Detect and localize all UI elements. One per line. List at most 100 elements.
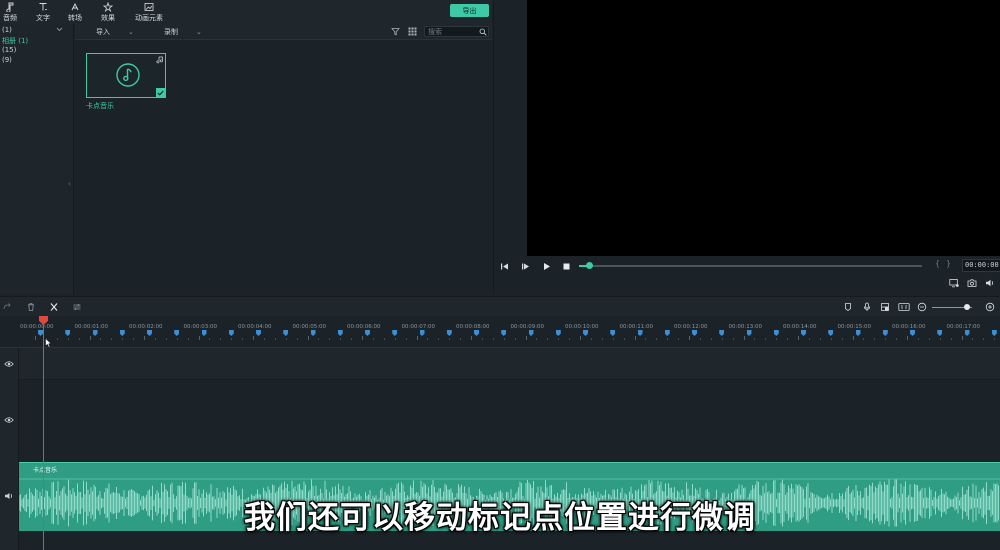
beat-marker[interactable] [501, 330, 507, 336]
beat-marker[interactable] [664, 330, 670, 336]
play-icon[interactable] [542, 262, 551, 271]
delete-icon[interactable] [26, 302, 36, 312]
beat-marker[interactable] [419, 330, 425, 336]
beat-marker[interactable] [937, 330, 943, 336]
beat-marker[interactable] [583, 330, 588, 336]
media-thumbnail[interactable] [86, 53, 166, 98]
beat-marker[interactable] [910, 330, 915, 336]
beat-marker[interactable] [147, 330, 152, 336]
stop-icon[interactable] [562, 262, 571, 271]
beat-marker[interactable] [555, 330, 561, 336]
category-item[interactable]: (9) [2, 56, 12, 64]
ruler-tick [623, 338, 625, 340]
record-label: 录制 [164, 28, 178, 36]
beat-marker[interactable] [528, 330, 534, 336]
video-track-2[interactable] [19, 348, 1000, 380]
collapse-pane-icon[interactable]: ‹ [68, 180, 71, 188]
beat-marker[interactable] [201, 330, 207, 336]
export-button[interactable]: 导出 [450, 4, 489, 17]
previous-frame-icon[interactable] [500, 262, 509, 271]
category-item-active[interactable]: 相册 (1) [2, 36, 28, 46]
import-dropdown[interactable]: 导入 ⌄ [96, 27, 134, 37]
ruler-tick [808, 338, 810, 340]
beat-marker[interactable] [773, 330, 779, 336]
record-dropdown[interactable]: 录制 ⌄ [164, 27, 202, 37]
beat-marker[interactable] [692, 330, 697, 336]
zoom-in-icon[interactable] [985, 302, 995, 312]
toolbar-text[interactable]: 文字 [36, 0, 50, 24]
snapshot-camera-icon[interactable] [967, 278, 977, 288]
ruler-tick [307, 336, 309, 340]
adjust-icon[interactable] [72, 302, 82, 312]
beat-marker[interactable] [991, 330, 997, 336]
ruler-tick-label: 00:00:15:00 [837, 324, 872, 330]
microphone-icon[interactable] [862, 302, 872, 312]
category-item[interactable]: (1) [2, 26, 12, 34]
preview-canvas[interactable] [527, 0, 1000, 256]
beat-marker[interactable] [474, 330, 479, 336]
beat-marker[interactable] [119, 330, 125, 336]
mark-in-icon[interactable]: { [935, 259, 940, 268]
eye-icon[interactable] [4, 416, 14, 424]
video-track-1[interactable] [19, 380, 1000, 462]
ruler-tick [220, 338, 222, 340]
ruler-tick [274, 338, 276, 340]
beat-marker[interactable] [719, 330, 725, 336]
filter-icon[interactable] [391, 27, 400, 36]
beat-marker[interactable] [746, 330, 752, 336]
progress-handle[interactable] [586, 262, 594, 269]
ruler-tick [263, 338, 265, 340]
ruler-tick [667, 338, 669, 340]
beat-marker[interactable] [337, 330, 343, 336]
beat-marker[interactable] [283, 330, 289, 336]
search-icon[interactable] [479, 28, 487, 36]
toolbar-transition[interactable]: 转场 [68, 0, 82, 24]
beat-marker[interactable] [174, 330, 180, 336]
beat-marker[interactable] [65, 330, 71, 336]
timeline-toolbar [0, 296, 1000, 316]
toolbar-animated-elements[interactable]: 动画元素 [135, 0, 163, 24]
display-settings-icon[interactable] [949, 278, 959, 288]
ruler-tick [907, 336, 908, 340]
beat-marker[interactable] [801, 330, 806, 336]
beat-marker[interactable] [610, 330, 616, 336]
beat-marker[interactable] [228, 330, 234, 336]
beat-marker[interactable] [446, 330, 452, 336]
eye-icon[interactable] [4, 360, 14, 368]
ruler-tick [285, 338, 287, 340]
beat-marker[interactable] [392, 330, 398, 336]
subtitle-editor-icon[interactable] [898, 302, 910, 312]
beat-marker[interactable] [964, 330, 970, 336]
beat-marker[interactable] [855, 330, 861, 336]
ruler-tick [100, 338, 102, 340]
zoom-slider-handle[interactable] [964, 304, 971, 310]
toolbar-audio[interactable]: 音频 [3, 0, 17, 24]
beat-marker[interactable] [637, 330, 643, 336]
preview-progress-bar[interactable] [579, 262, 922, 269]
music-note-icon [116, 63, 140, 87]
ruler-tick [503, 338, 505, 340]
zoom-out-icon[interactable] [917, 302, 927, 312]
zoom-slider[interactable] [932, 304, 972, 310]
ruler-tick [776, 338, 778, 340]
cut-icon[interactable] [49, 302, 59, 312]
chevron-down-icon[interactable] [56, 27, 63, 32]
toolbar-effects[interactable]: 效果 [101, 0, 115, 24]
marker-icon[interactable] [843, 302, 853, 312]
redo-icon[interactable] [2, 302, 12, 312]
mark-out-icon[interactable]: } [946, 259, 951, 268]
category-item[interactable]: (15) [2, 46, 16, 54]
voiceover-icon[interactable] [880, 302, 890, 312]
beat-marker[interactable] [365, 330, 370, 336]
beat-marker[interactable] [310, 330, 316, 336]
ruler-tick-label: 00:00:17:00 [946, 324, 981, 330]
beat-marker[interactable] [882, 330, 888, 336]
beat-marker[interactable] [92, 330, 98, 336]
grid-view-icon[interactable] [408, 27, 417, 36]
volume-icon[interactable] [985, 278, 995, 288]
timeline-ruler[interactable]: 00:00:00:00 00:00:01:00 00:00:02:00 00:00:0… [0, 316, 1000, 348]
next-frame-icon[interactable] [521, 262, 530, 271]
beat-marker[interactable] [828, 330, 834, 336]
beat-marker[interactable] [256, 330, 261, 336]
ruler-tick [242, 338, 244, 340]
